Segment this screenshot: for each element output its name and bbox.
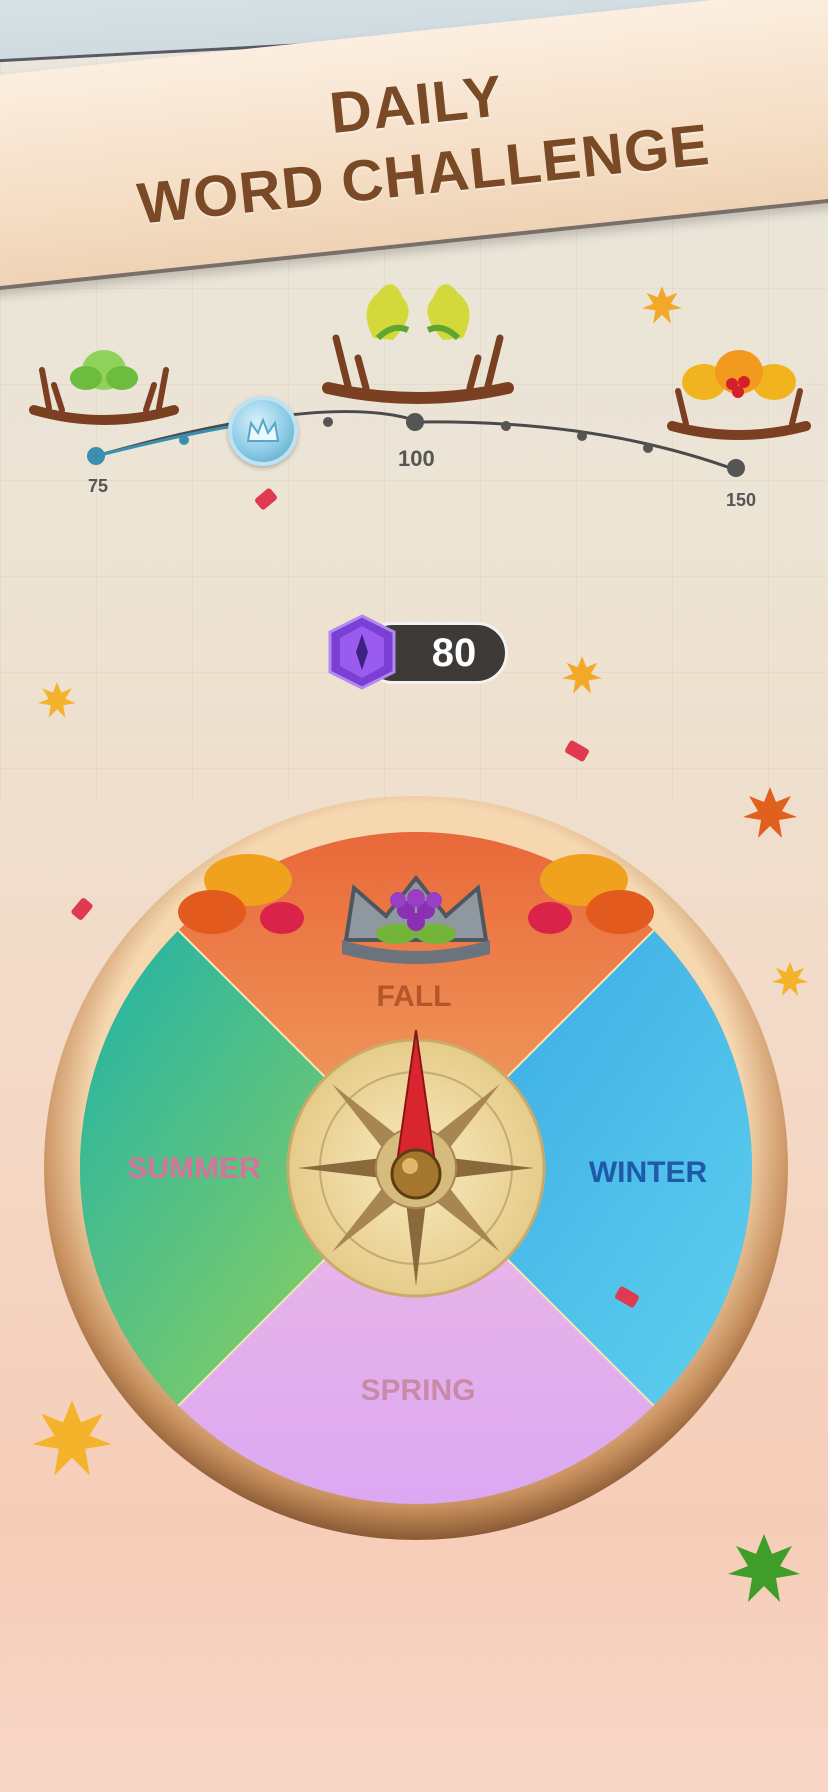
milestone-dot-75 xyxy=(87,447,105,465)
milestone-label-75: 75 xyxy=(88,476,109,496)
segment-label-winter: WINTER xyxy=(588,1156,708,1189)
reward-wreath-medium[interactable] xyxy=(318,268,518,408)
maple-leaf-icon xyxy=(772,962,808,996)
gem-count: 80 xyxy=(431,631,477,675)
milestone-label-150: 150 xyxy=(726,490,757,510)
reward-wreath-large[interactable] xyxy=(664,336,814,446)
segment-label-summer: SUMMER xyxy=(127,1152,261,1185)
maple-leaf-icon xyxy=(642,286,682,324)
segment-label-fall: FALL xyxy=(376,980,452,1013)
reward-wreath-small[interactable] xyxy=(24,330,184,430)
segment-label-spring: SPRING xyxy=(360,1374,476,1407)
maple-leaf-icon xyxy=(743,787,797,838)
milestone-dot-150 xyxy=(727,459,745,477)
crown-icon xyxy=(246,417,280,442)
milestone-dot-100 xyxy=(406,413,424,431)
purple-gem-icon xyxy=(328,614,396,690)
maple-leaf-icon xyxy=(38,682,76,718)
maple-leaf-icon xyxy=(32,1400,112,1476)
maple-leaf-icon xyxy=(562,656,602,694)
current-progress-marker xyxy=(228,396,298,466)
milestone-label-100: 100 xyxy=(398,446,435,471)
maple-leaf-icon xyxy=(728,1534,800,1602)
